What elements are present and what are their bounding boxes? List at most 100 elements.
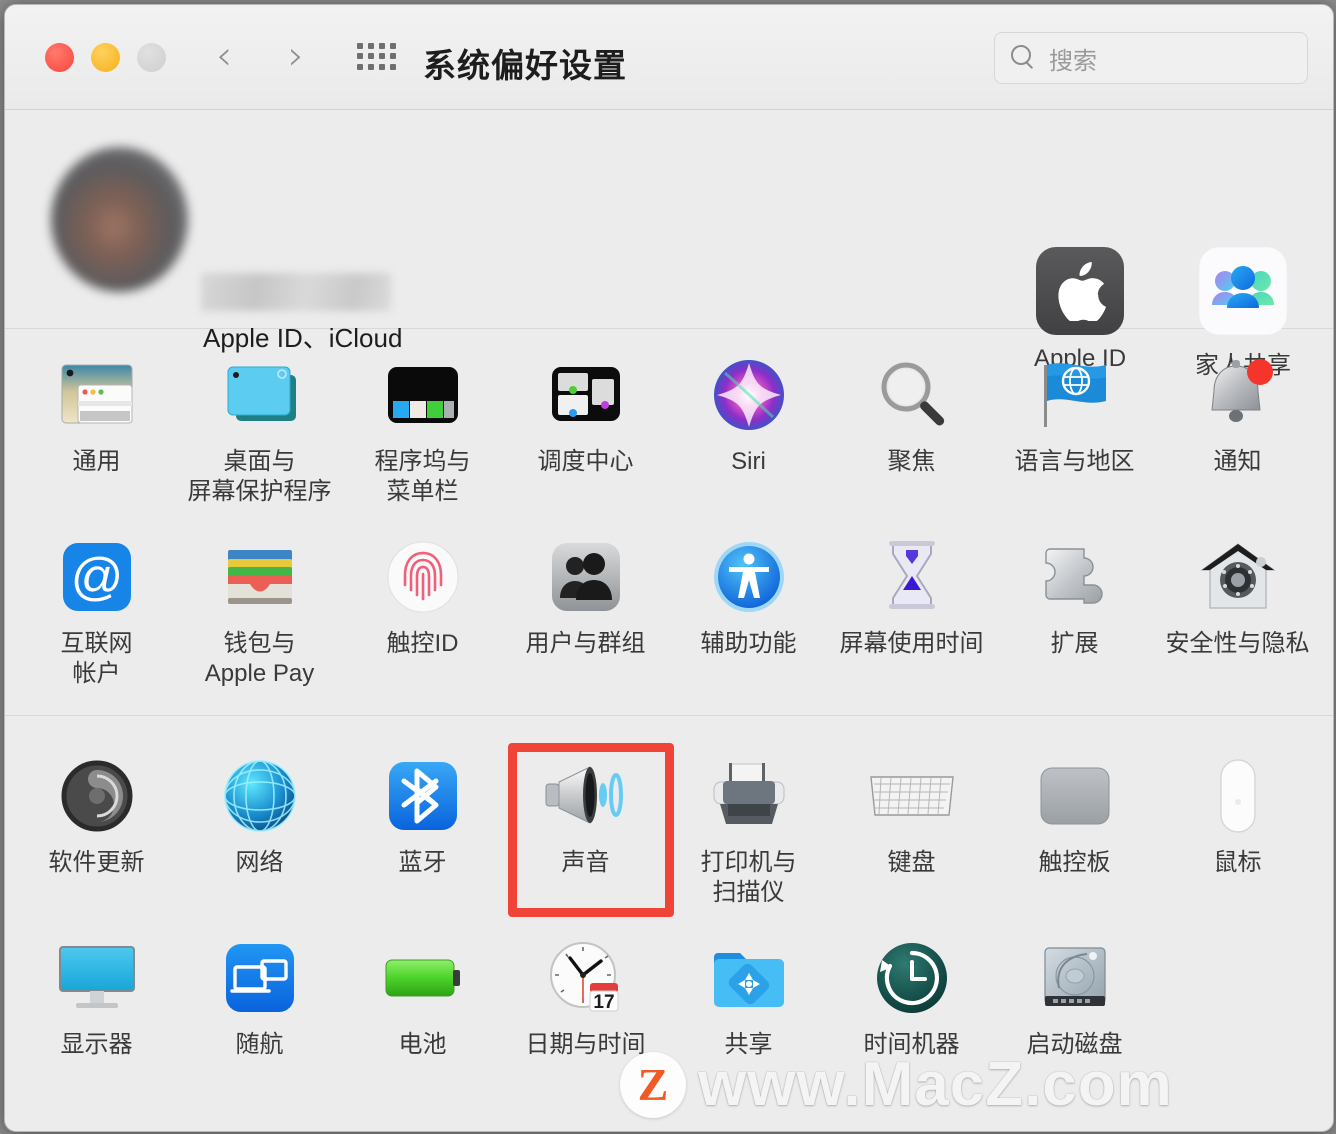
pref-users-groups[interactable]: 用户与群组 (504, 525, 667, 693)
touch-id-icon (341, 533, 504, 621)
search-field[interactable]: 搜索 (994, 32, 1308, 84)
preferences-group-hardware: 软件更新 网络 蓝牙 声音 打印机与 扫描仪 键盘 触控板 鼠标 显示器 随航 … (5, 716, 1333, 1064)
pref-label: 声音 (561, 849, 610, 876)
pref-extensions[interactable]: 扩展 (993, 525, 1156, 693)
general-icon (15, 351, 178, 439)
window-titlebar: ‹ › 系统偏好设置 搜索 (5, 5, 1333, 110)
pref-label: Siri (731, 448, 766, 475)
pref-internet-accounts[interactable]: @ 互联网 帐户 (15, 525, 178, 693)
pref-label: 随航 (235, 1031, 284, 1058)
pref-wallet-applepay[interactable]: 钱包与 Apple Pay (178, 525, 341, 693)
date-time-icon: 17 (504, 934, 667, 1022)
extensions-icon (993, 533, 1156, 621)
mission-control-icon (504, 351, 667, 439)
pref-label: 日期与时间 (525, 1031, 646, 1058)
screen-time-icon (830, 533, 993, 621)
desktop-screensaver-icon (178, 351, 341, 439)
close-window-button[interactable] (45, 43, 74, 72)
pref-siri[interactable]: Siri (667, 343, 830, 511)
pref-mission-control[interactable]: 调度中心 (504, 343, 667, 511)
pref-desktop-screensaver[interactable]: 桌面与 屏幕保护程序 (178, 343, 341, 511)
printers-scanners-icon (667, 752, 830, 840)
displays-icon (15, 934, 178, 1022)
zoom-window-button[interactable] (137, 43, 166, 72)
pref-battery[interactable]: 电池 (341, 926, 504, 1064)
bluetooth-icon (341, 752, 504, 840)
pref-sidecar[interactable]: 随航 (178, 926, 341, 1064)
pref-dock-menubar[interactable]: 程序坞与 菜单栏 (341, 343, 504, 511)
sound-icon (504, 752, 667, 840)
show-all-grid-icon[interactable] (357, 43, 397, 71)
spotlight-icon (830, 351, 993, 439)
apple-id-banner[interactable]: Apple ID、iCloud Apple ID 家人共享 (5, 110, 1333, 379)
watermark-logo-letter: Z (637, 1058, 669, 1110)
pref-label: 安全性与隐私 (1165, 630, 1310, 657)
pref-label: 软件更新 (48, 849, 145, 876)
pref-sharing[interactable]: 共享 (667, 926, 830, 1064)
pref-time-machine[interactable]: 时间机器 (830, 926, 993, 1064)
time-machine-icon (830, 934, 993, 1022)
trackpad-icon (993, 752, 1156, 840)
pref-label: 打印机与 扫描仪 (700, 849, 797, 906)
pref-notifications[interactable]: 通知 (1156, 343, 1319, 511)
battery-icon (341, 934, 504, 1022)
pref-printers-scanners[interactable]: 打印机与 扫描仪 (667, 744, 830, 912)
system-preferences-window: ‹ › 系统偏好设置 搜索 Apple ID、iCloud Apple ID 家… (4, 4, 1334, 1132)
pref-label: 键盘 (887, 849, 936, 876)
keyboard-icon (830, 752, 993, 840)
pref-label: 聚焦 (887, 448, 936, 475)
pref-mouse[interactable]: 鼠标 (1156, 744, 1319, 912)
pref-label: 共享 (724, 1031, 773, 1058)
pref-spotlight[interactable]: 聚焦 (830, 343, 993, 511)
sidecar-icon (178, 934, 341, 1022)
internet-accounts-icon: @ (15, 533, 178, 621)
preferences-group-personal: 通用 桌面与 屏幕保护程序 程序坞与 菜单栏 调度中心 Siri 聚焦 语言与地… (5, 329, 1333, 716)
preferences-row: 软件更新 网络 蓝牙 声音 打印机与 扫描仪 键盘 触控板 鼠标 (5, 730, 1333, 912)
pref-trackpad[interactable]: 触控板 (993, 744, 1156, 912)
traffic-light-group (45, 43, 166, 72)
language-region-icon (993, 351, 1156, 439)
account-name-redacted (201, 273, 391, 311)
pref-sound[interactable]: 声音 (504, 744, 667, 912)
forward-button[interactable]: › (273, 33, 319, 81)
pref-touch-id[interactable]: 触控ID (341, 525, 504, 693)
pref-label: 辅助功能 (700, 630, 797, 657)
pref-date-time[interactable]: 17 日期与时间 (504, 926, 667, 1064)
minimize-window-button[interactable] (91, 43, 120, 72)
pref-network[interactable]: 网络 (178, 744, 341, 912)
search-placeholder: 搜索 (1049, 47, 1097, 75)
pref-displays[interactable]: 显示器 (15, 926, 178, 1064)
pref-label: 通知 (1213, 448, 1262, 475)
preferences-row: 显示器 随航 电池 17 日期与时间 共享 时间机器 启动磁盘 (5, 926, 1333, 1064)
pref-keyboard[interactable]: 键盘 (830, 744, 993, 912)
pref-accessibility[interactable]: 辅助功能 (667, 525, 830, 693)
pref-language-region[interactable]: 语言与地区 (993, 343, 1156, 511)
startup-disk-icon (993, 934, 1156, 1022)
search-icon (1011, 45, 1037, 71)
pref-security-privacy[interactable]: 安全性与隐私 (1156, 525, 1319, 693)
pref-label: 电池 (398, 1031, 447, 1058)
page-title: 系统偏好设置 (423, 47, 627, 84)
pref-label: 通用 (72, 448, 121, 475)
svg-text:@: @ (70, 548, 123, 606)
pref-screen-time[interactable]: 屏幕使用时间 (830, 525, 993, 693)
mouse-icon (1156, 752, 1319, 840)
pref-label: 屏幕使用时间 (839, 630, 984, 657)
pref-label: 蓝牙 (398, 849, 447, 876)
pref-label: 程序坞与 菜单栏 (374, 448, 471, 505)
avatar (51, 147, 188, 292)
pref-startup-disk[interactable]: 启动磁盘 (993, 926, 1156, 1064)
back-button[interactable]: ‹ (201, 33, 247, 81)
pref-label: 调度中心 (537, 448, 634, 475)
pref-label: 互联网 帐户 (60, 630, 133, 687)
pref-label: 网络 (235, 849, 284, 876)
pref-software-update[interactable]: 软件更新 (15, 744, 178, 912)
users-groups-icon (504, 533, 667, 621)
pref-label: 桌面与 屏幕保护程序 (187, 448, 332, 505)
pref-general[interactable]: 通用 (15, 343, 178, 511)
security-privacy-icon (1156, 533, 1319, 621)
apple-logo-icon (1000, 243, 1160, 339)
siri-icon (667, 351, 830, 439)
pref-label: 鼠标 (1213, 849, 1262, 876)
pref-bluetooth[interactable]: 蓝牙 (341, 744, 504, 912)
